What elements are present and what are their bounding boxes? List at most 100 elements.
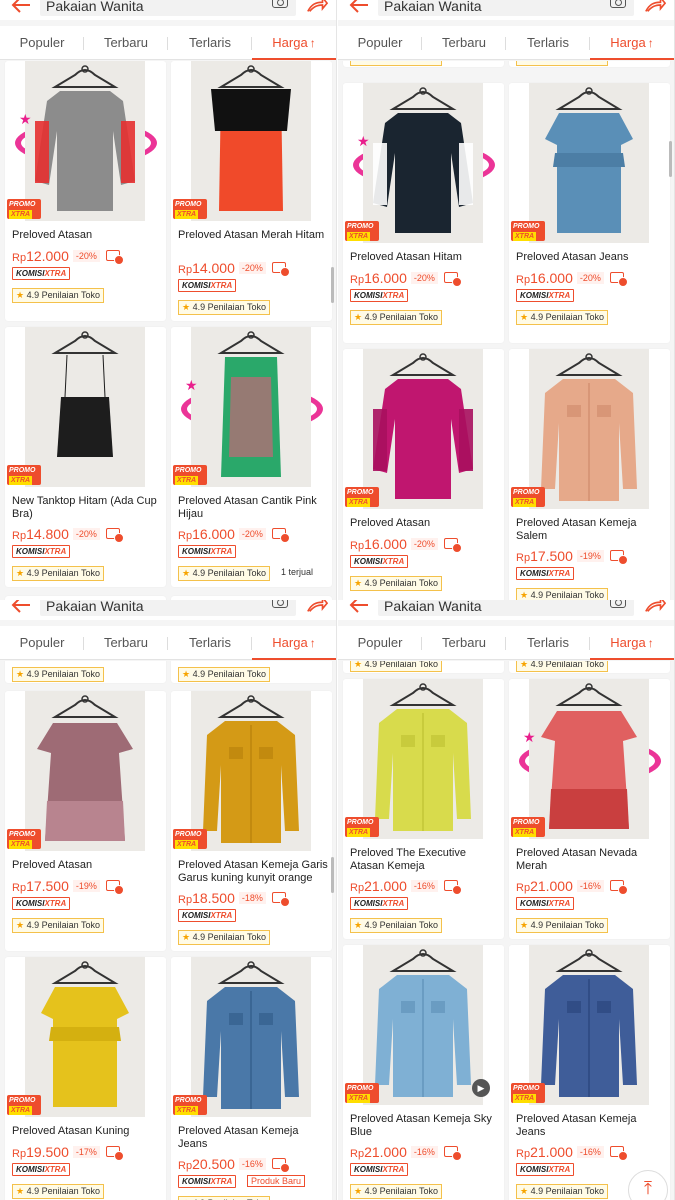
star-icon: ★ bbox=[354, 1186, 363, 1196]
tab-terlaris[interactable]: Terlaris bbox=[506, 626, 590, 659]
product-image[interactable]: PROMO XTRA bbox=[5, 691, 166, 851]
product-price: Rp14.000 bbox=[178, 260, 235, 276]
komisi-xtra-badge: KOMISIXTRA bbox=[350, 289, 409, 302]
product-feed[interactable]: ★ 4.9 Penilaian Toko★ 4.9 Penilaian Toko… bbox=[338, 61, 674, 600]
product-card-1[interactable]: PROMO XTRA Preloved Atasan Rp17.500 -19% K… bbox=[5, 691, 166, 951]
back-arrow-icon[interactable] bbox=[10, 600, 32, 616]
komisi-xtra-badge: KOMISIXTRA bbox=[12, 897, 71, 910]
product-card-3[interactable]: PROMO XTRA Preloved Atasan Rp16.000 -20% K… bbox=[343, 349, 504, 600]
product-image[interactable]: PROMO XTRA ★ bbox=[343, 83, 504, 243]
product-image[interactable]: PROMO XTRA bbox=[171, 957, 332, 1117]
tab-harga[interactable]: Harga ↑ bbox=[252, 26, 336, 60]
product-card-1[interactable]: PROMO XTRA ★ Preloved Atasan Rp12.000 -20%… bbox=[5, 61, 166, 321]
product-card-1[interactable]: PROMO XTRA Preloved The Executive Atasan … bbox=[343, 679, 504, 939]
product-photo bbox=[529, 679, 649, 839]
product-image[interactable]: PROMO XTRA ★ bbox=[171, 327, 332, 487]
product-card-4[interactable]: PROMO XTRA Preloved Atasan Kemeja Jeans R… bbox=[509, 945, 670, 1200]
product-image[interactable]: PROMO XTRA ▶ bbox=[343, 945, 504, 1105]
tab-terlaris[interactable]: Terlaris bbox=[168, 626, 252, 659]
product-image[interactable]: PROMO XTRA bbox=[5, 957, 166, 1117]
camera-icon[interactable] bbox=[272, 0, 288, 8]
tab-label: Terbaru bbox=[103, 35, 149, 50]
product-card-4[interactable]: PROMO XTRA Preloved Atasan Kemeja Salem R… bbox=[509, 349, 670, 600]
shop-rating-badge: ★ 4.9 Penilaian Toko bbox=[516, 61, 608, 66]
product-card-2[interactable]: PROMO XTRA Preloved Atasan Kemeja Garis G… bbox=[171, 691, 332, 951]
share-icon[interactable] bbox=[306, 0, 330, 16]
camera-icon[interactable] bbox=[610, 600, 626, 608]
product-card[interactable]: ★ 4.9 Penilaian Toko bbox=[343, 61, 504, 67]
back-arrow-icon[interactable] bbox=[348, 0, 370, 16]
product-name: New Tanktop Hitam (Ada Cup Bra) bbox=[12, 495, 157, 520]
scrollbar[interactable] bbox=[331, 857, 334, 893]
product-card[interactable]: ★ 4.9 Penilaian Toko bbox=[171, 661, 332, 683]
search-input[interactable]: Pakaian Wanita bbox=[40, 600, 296, 616]
product-card-2[interactable]: PROMO XTRA ★ Preloved Atasan Nevada Merah… bbox=[509, 679, 670, 939]
product-card-1[interactable]: PROMO XTRA ★ Preloved Atasan Hitam Rp16.0… bbox=[343, 83, 504, 343]
tab-terbaru[interactable]: Terbaru bbox=[84, 26, 168, 59]
price-row: Rp21.000 -16% bbox=[516, 1143, 666, 1162]
tab-populer[interactable]: Populer bbox=[0, 26, 84, 59]
tab-populer[interactable]: Populer bbox=[338, 26, 422, 59]
product-card-4[interactable]: PROMO XTRA ★ Preloved Atasan Cantik Pink … bbox=[171, 327, 332, 587]
camera-icon[interactable] bbox=[610, 0, 626, 8]
product-card-3[interactable]: PROMO XTRA Preloved Atasan Kuning Rp19.50… bbox=[5, 957, 166, 1200]
product-image[interactable]: PROMO XTRA bbox=[509, 349, 670, 509]
product-name: Preloved Atasan Merah Hitam bbox=[178, 229, 325, 241]
product-image[interactable]: PROMO XTRA bbox=[171, 61, 332, 221]
product-card[interactable]: ★ 4.9 Penilaian Toko bbox=[509, 661, 670, 673]
price-value: 21.000 bbox=[364, 1143, 407, 1160]
product-card-3[interactable]: PROMO XTRA ▶ Preloved Atasan Kemeja Sky B… bbox=[343, 945, 504, 1200]
product-image[interactable]: PROMO XTRA bbox=[5, 327, 166, 487]
cashback-coin-icon bbox=[105, 250, 124, 266]
product-card[interactable]: ★ 4.9 Penilaian Toko bbox=[5, 661, 166, 683]
product-price: Rp12.000 bbox=[12, 248, 69, 264]
search-text: Pakaian Wanita bbox=[46, 600, 144, 614]
star-icon: ★ bbox=[357, 133, 370, 149]
play-video-icon[interactable]: ▶ bbox=[472, 1079, 490, 1097]
camera-icon[interactable] bbox=[272, 600, 288, 608]
product-name: Preloved Atasan bbox=[12, 229, 93, 241]
tab-harga[interactable]: Harga ↑ bbox=[590, 626, 674, 660]
star-icon: ★ bbox=[520, 1186, 529, 1196]
product-image[interactable]: PROMO XTRA bbox=[509, 83, 670, 243]
share-icon[interactable] bbox=[306, 600, 330, 616]
promo-xtra-label: XTRA bbox=[513, 232, 537, 241]
product-feed[interactable]: ★ 4.9 Penilaian Toko ★ 4.9 Penilaian Toko… bbox=[338, 661, 674, 1200]
product-card[interactable]: ★ 4.9 Penilaian Toko1 terjual bbox=[509, 61, 670, 67]
product-image[interactable]: PROMO XTRA bbox=[171, 691, 332, 851]
product-card-4[interactable]: PROMO XTRA Preloved Atasan Kemeja Jeans R… bbox=[171, 957, 332, 1200]
product-feed[interactable]: PROMO XTRA ★ Preloved Atasan Rp12.000 -20%… bbox=[0, 61, 336, 600]
product-price: Rp21.000 bbox=[350, 878, 407, 894]
tab-harga[interactable]: Harga ↑ bbox=[252, 626, 336, 660]
product-card-3[interactable]: PROMO XTRA New Tanktop Hitam (Ada Cup Bra… bbox=[5, 327, 166, 587]
product-image[interactable]: PROMO XTRA bbox=[343, 349, 504, 509]
product-image[interactable]: PROMO XTRA ★ bbox=[509, 679, 670, 839]
share-icon[interactable] bbox=[644, 600, 668, 616]
tab-populer[interactable]: Populer bbox=[338, 626, 422, 659]
currency-label: Rp bbox=[178, 893, 193, 906]
tab-terlaris[interactable]: Terlaris bbox=[168, 26, 252, 59]
product-image[interactable]: PROMO XTRA bbox=[343, 679, 504, 839]
scrollbar[interactable] bbox=[669, 141, 672, 177]
search-input[interactable]: Pakaian Wanita bbox=[378, 0, 634, 16]
product-card-2[interactable]: PROMO XTRA Preloved Atasan Merah Hitam Rp… bbox=[171, 61, 332, 321]
back-arrow-icon[interactable] bbox=[348, 600, 370, 616]
product-image[interactable]: PROMO XTRA bbox=[509, 945, 670, 1105]
product-card[interactable]: ★ 4.9 Penilaian Toko bbox=[343, 661, 504, 673]
search-input[interactable]: Pakaian Wanita bbox=[378, 600, 634, 616]
product-card-2[interactable]: PROMO XTRA Preloved Atasan Jeans Rp16.000… bbox=[509, 83, 670, 343]
product-feed[interactable]: ★ 4.9 Penilaian Toko★ 4.9 Penilaian Toko… bbox=[0, 661, 336, 1200]
scrollbar[interactable] bbox=[331, 267, 334, 303]
tab-terlaris[interactable]: Terlaris bbox=[506, 26, 590, 59]
share-icon[interactable] bbox=[644, 0, 668, 16]
tab-populer[interactable]: Populer bbox=[0, 626, 84, 659]
back-arrow-icon[interactable] bbox=[10, 0, 32, 16]
tab-harga[interactable]: Harga ↑ bbox=[590, 26, 674, 60]
search-input[interactable]: Pakaian Wanita bbox=[40, 0, 296, 16]
tab-terbaru[interactable]: Terbaru bbox=[84, 626, 168, 659]
tab-terbaru[interactable]: Terbaru bbox=[422, 626, 506, 659]
tab-terbaru[interactable]: Terbaru bbox=[422, 26, 506, 59]
komisi-xtra-label: XTRA bbox=[548, 569, 571, 578]
komisi-xtra-badge: KOMISIXTRA bbox=[516, 1163, 575, 1176]
product-image[interactable]: PROMO XTRA ★ bbox=[5, 61, 166, 221]
